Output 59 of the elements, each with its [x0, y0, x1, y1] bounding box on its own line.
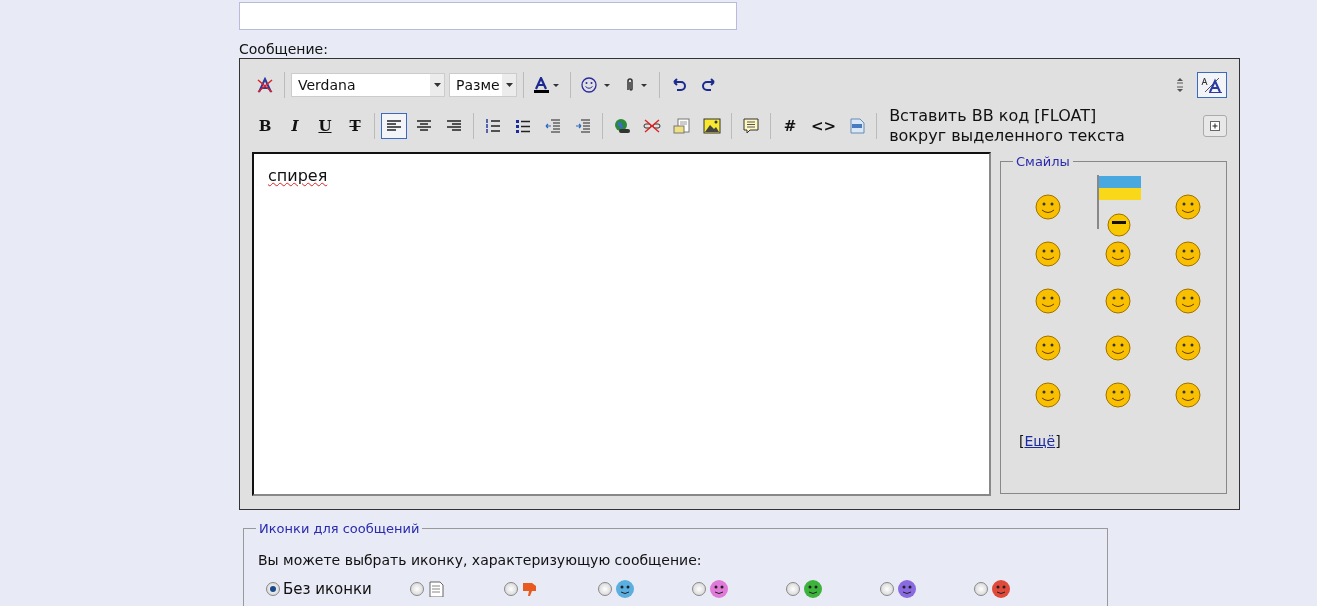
face-icon [615, 579, 635, 599]
undo-icon [670, 77, 688, 93]
subject-field[interactable] [239, 2, 737, 30]
numbered-list-icon [485, 118, 501, 134]
bold-button[interactable]: B [252, 113, 278, 139]
redo-icon [700, 77, 718, 93]
bracket-text: ] [1055, 433, 1061, 449]
radio-button[interactable] [598, 582, 612, 596]
font-dropdown[interactable]: Verdana [291, 73, 445, 97]
radio-button[interactable] [410, 582, 424, 596]
face-icon [991, 579, 1011, 599]
indent-icon [575, 118, 591, 134]
radio-button[interactable] [974, 582, 988, 596]
underline-button[interactable]: U [312, 113, 338, 139]
note-icon [742, 118, 760, 134]
face-icon [897, 579, 917, 599]
plus-icon [1210, 118, 1220, 134]
radio-button[interactable] [504, 582, 518, 596]
document-icon [427, 581, 445, 597]
option-label: Без иконки [283, 580, 372, 598]
message-textarea[interactable]: спирея [252, 152, 991, 496]
caret-icon [505, 83, 513, 87]
radio-button[interactable] [266, 582, 280, 596]
align-left-icon [386, 118, 402, 134]
post-icons-prompt: Вы можете выбрать иконку, характеризующую сообщение: [258, 551, 703, 569]
font-style-icon [1201, 77, 1223, 93]
more-smilies-link[interactable]: Ещё [1024, 433, 1056, 449]
code-button[interactable]: <> [807, 113, 841, 139]
size-dropdown[interactable]: Разме [449, 73, 517, 97]
outdent-icon [545, 118, 561, 134]
smilies-title: Смайлы [1013, 154, 1073, 169]
radio-button[interactable] [692, 582, 706, 596]
bracket-text: [ [1019, 433, 1025, 449]
align-left-button[interactable] [381, 113, 407, 139]
bbcode-hint-text: Вставить BB код [FLOAT] вокруг выделенного текста [889, 106, 1126, 146]
italic-button[interactable]: I [282, 113, 308, 139]
post-icons-title: Иконки для сообщений [256, 521, 423, 536]
image-icon [703, 118, 721, 134]
strike-button[interactable]: T [342, 113, 368, 139]
hash-button[interactable]: # [777, 113, 803, 139]
text-color-icon [534, 77, 560, 93]
radio-button[interactable] [880, 582, 894, 596]
document-image-icon [673, 118, 691, 134]
align-center-icon [416, 118, 432, 134]
resize-arrows-icon [1174, 77, 1186, 93]
unlink-icon [643, 118, 661, 134]
caret-icon [433, 83, 441, 87]
expand-button[interactable] [1203, 115, 1227, 137]
php-file-icon [848, 118, 867, 134]
align-right-icon [446, 118, 462, 134]
bullet-list-icon [515, 118, 531, 134]
radio-button[interactable] [786, 582, 800, 596]
face-icon [803, 579, 823, 599]
message-label: Сообщение: [239, 41, 329, 57]
smiley-icon [581, 77, 611, 93]
remove-format-icon [256, 77, 274, 93]
face-icon [709, 579, 729, 599]
font-style-button[interactable] [1197, 72, 1227, 98]
globe-link-icon [613, 118, 631, 134]
